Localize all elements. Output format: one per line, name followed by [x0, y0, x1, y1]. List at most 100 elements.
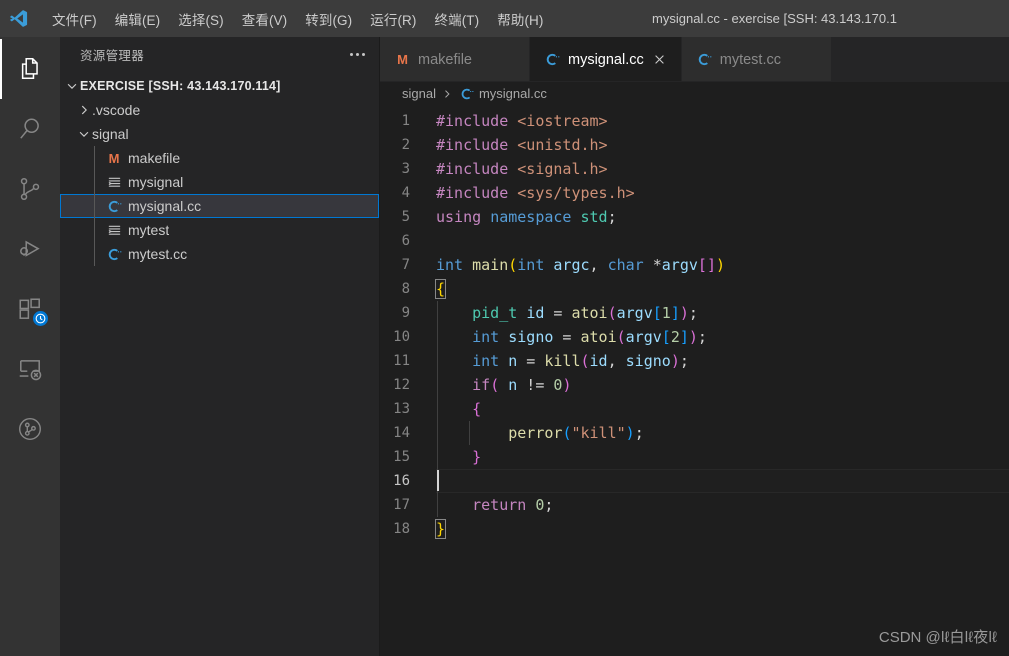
- tree-file-makefile[interactable]: Mmakefile: [60, 146, 379, 170]
- menu-selection[interactable]: 选择(S): [169, 7, 233, 31]
- chevron-down-icon[interactable]: [64, 78, 80, 94]
- line-text[interactable]: int main(int argc, char *argv[]): [436, 253, 1009, 277]
- tree-folder-vscode[interactable]: .vscode: [60, 98, 379, 122]
- chevron-down-icon[interactable]: [76, 126, 92, 142]
- timeline-circle-icon: [17, 416, 43, 442]
- code-line[interactable]: 16: [380, 469, 1009, 493]
- activity-bar-run-debug[interactable]: [0, 219, 60, 279]
- tree-file-mytest[interactable]: mytest: [60, 218, 379, 242]
- code-line[interactable]: 8{: [380, 277, 1009, 301]
- code-token: pid_t: [472, 304, 518, 322]
- menu-run[interactable]: 运行(R): [361, 7, 425, 31]
- menu-edit[interactable]: 编辑(E): [106, 7, 170, 31]
- line-text[interactable]: int signo = atoi(argv[2]);: [436, 325, 1009, 349]
- code-line[interactable]: 13 {: [380, 397, 1009, 421]
- line-text[interactable]: if( n != 0): [436, 373, 1009, 397]
- menu-go[interactable]: 转到(G): [296, 7, 361, 31]
- line-number: 4: [401, 185, 410, 201]
- title-bar: 文件(F) 编辑(E) 选择(S) 查看(V) 转到(G) 运行(R) 终端(T…: [0, 0, 1009, 37]
- line-text[interactable]: #include <unistd.h>: [436, 133, 1009, 157]
- line-text[interactable]: using namespace std;: [436, 205, 1009, 229]
- tree-indent-guide: [94, 218, 95, 242]
- menu-help[interactable]: 帮助(H): [488, 7, 552, 31]
- tab-mysignal-cc[interactable]: mysignal.cc: [530, 37, 682, 82]
- code-token: perror: [508, 424, 563, 442]
- code-content[interactable]: 1 #include <iostream> 2 #include <unistd.h>…: [380, 105, 1009, 541]
- breadcrumb-folder[interactable]: signal: [402, 86, 436, 101]
- line-number: 8: [401, 281, 410, 297]
- code-editor[interactable]: 1 #include <iostream> 2 #include <unistd.h>…: [380, 105, 1009, 656]
- line-text[interactable]: pid_t id = atoi(argv[1]);: [436, 301, 1009, 325]
- line-text[interactable]: {: [436, 397, 1009, 421]
- line-text[interactable]: }: [436, 445, 1009, 469]
- code-line[interactable]: 2 #include <unistd.h>: [380, 133, 1009, 157]
- cpp-file-icon: [544, 52, 561, 67]
- tree-item-label: mysignal: [128, 174, 184, 190]
- activity-bar-timeline[interactable]: [0, 399, 60, 459]
- code-token: ;: [697, 328, 707, 346]
- code-line[interactable]: 14 perror("kill");: [380, 421, 1009, 445]
- tree-root-exercise[interactable]: EXERCISE [SSH: 43.143.170.114]: [60, 74, 379, 98]
- line-text[interactable]: [436, 229, 1009, 253]
- chevron-right-icon[interactable]: [76, 102, 92, 118]
- code-line[interactable]: 7 int main(int argc, char *argv[]): [380, 253, 1009, 277]
- menu-view[interactable]: 查看(V): [233, 7, 297, 31]
- code-token: <iostream>: [517, 112, 608, 130]
- tree-file-mytest-cc[interactable]: mytest.cc: [60, 242, 379, 266]
- tab-mytest-cc[interactable]: mytest.cc: [681, 37, 832, 82]
- code-line[interactable]: 12 if( n != 0): [380, 373, 1009, 397]
- code-line[interactable]: 17 return 0;: [380, 493, 1009, 517]
- activity-bar-explorer[interactable]: [0, 39, 60, 99]
- activity-bar-source-control[interactable]: [0, 159, 60, 219]
- breadcrumb-file[interactable]: mysignal.cc: [479, 86, 547, 101]
- tab-makefile[interactable]: Mmakefile: [380, 37, 530, 82]
- line-text[interactable]: [436, 469, 1009, 493]
- more-actions-icon[interactable]: [344, 49, 371, 60]
- line-text[interactable]: }: [434, 517, 1009, 541]
- code-line[interactable]: 11 int n = kill(id, signo);: [380, 349, 1009, 373]
- line-number: 11: [393, 353, 410, 369]
- line-text[interactable]: int n = kill(id, signo);: [436, 349, 1009, 373]
- activity-bar-remote-explorer[interactable]: [0, 339, 60, 399]
- code-line[interactable]: 6: [380, 229, 1009, 253]
- code-line[interactable]: 3 #include <signal.h>: [380, 157, 1009, 181]
- line-text[interactable]: return 0;: [436, 493, 1009, 517]
- line-text[interactable]: #include <signal.h>: [436, 157, 1009, 181]
- line-text[interactable]: perror("kill");: [436, 421, 1009, 445]
- code-token: #include: [436, 160, 518, 178]
- code-line[interactable]: 4 #include <sys/types.h>: [380, 181, 1009, 205]
- tree-file-mysignal[interactable]: mysignal: [60, 170, 379, 194]
- tree-indent-guide: [94, 146, 95, 170]
- tree-file-mysignal-cc[interactable]: mysignal.cc: [60, 194, 379, 218]
- code-line[interactable]: 1 #include <iostream>: [380, 109, 1009, 133]
- line-text[interactable]: {: [434, 277, 1009, 301]
- menu-file[interactable]: 文件(F): [43, 7, 106, 31]
- code-line[interactable]: 18}: [380, 517, 1009, 541]
- code-line[interactable]: 9 pid_t id = atoi(argv[1]);: [380, 301, 1009, 325]
- code-token: 2: [670, 328, 680, 346]
- close-icon[interactable]: [651, 51, 669, 69]
- activity-bar-search[interactable]: [0, 99, 60, 159]
- line-number: 18: [393, 521, 410, 537]
- code-token: argv: [625, 328, 662, 346]
- cpp-file-icon: [696, 52, 713, 67]
- menu-bar: 文件(F) 编辑(E) 选择(S) 查看(V) 转到(G) 运行(R) 终端(T…: [37, 0, 553, 37]
- code-token: ): [670, 352, 680, 370]
- activity-bar-extensions[interactable]: [0, 279, 60, 339]
- indent-guide: [437, 373, 438, 397]
- code-token: atoi: [571, 304, 608, 322]
- line-number: 14: [393, 425, 410, 441]
- code-token: signo: [625, 352, 671, 370]
- code-token: }: [472, 448, 482, 466]
- code-line[interactable]: 10 int signo = atoi(argv[2]);: [380, 325, 1009, 349]
- line-text[interactable]: #include <iostream>: [436, 109, 1009, 133]
- code-line[interactable]: 5 using namespace std;: [380, 205, 1009, 229]
- code-token: }: [434, 519, 447, 539]
- code-line[interactable]: 15 }: [380, 445, 1009, 469]
- line-text[interactable]: #include <sys/types.h>: [436, 181, 1009, 205]
- menu-terminal[interactable]: 终端(T): [426, 7, 489, 31]
- tree-folder-signal[interactable]: signal: [60, 122, 379, 146]
